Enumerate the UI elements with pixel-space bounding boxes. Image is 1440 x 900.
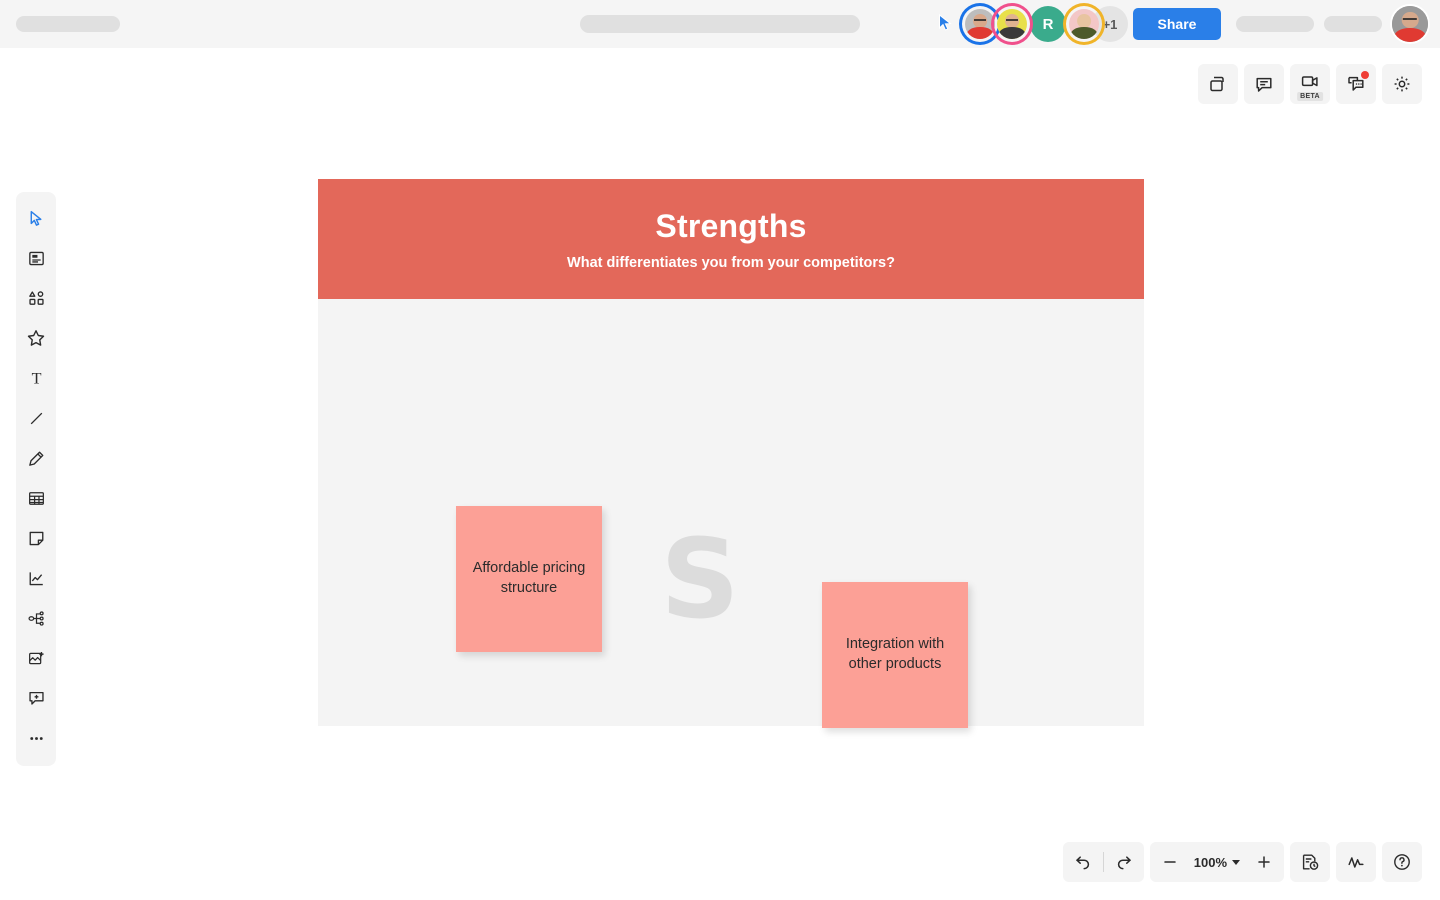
share-button[interactable]: Share bbox=[1133, 8, 1221, 40]
zoom-level-dropdown[interactable]: 100% bbox=[1190, 855, 1244, 870]
sticky-note-integration[interactable]: Integration with other products bbox=[822, 582, 968, 728]
sidebar-item-select[interactable] bbox=[16, 198, 56, 238]
board-title-placeholder[interactable] bbox=[580, 15, 860, 33]
avatar-collaborator-1[interactable] bbox=[962, 6, 998, 42]
frame-body[interactable]: S Affordable pricing structure Integrati… bbox=[318, 299, 1144, 728]
help-group bbox=[1382, 842, 1422, 882]
sidebar-item-templates[interactable] bbox=[16, 238, 56, 278]
beta-badge: BETA bbox=[1297, 92, 1323, 101]
sidebar-item-shapes[interactable] bbox=[16, 278, 56, 318]
chevron-down-icon bbox=[1232, 859, 1240, 865]
sidebar-item-table[interactable] bbox=[16, 478, 56, 518]
top-right-toolbar: BETA bbox=[1198, 64, 1422, 104]
activity-button[interactable] bbox=[1336, 842, 1376, 882]
settings-button[interactable] bbox=[1382, 64, 1422, 104]
history-icon bbox=[1302, 854, 1319, 870]
gear-icon bbox=[1394, 76, 1410, 92]
shapes-icon bbox=[28, 290, 44, 305]
frame-subtitle: What differentiates you from your compet… bbox=[567, 254, 895, 271]
cursor-icon bbox=[30, 210, 41, 226]
help-icon bbox=[1394, 854, 1410, 870]
redo-button[interactable] bbox=[1104, 842, 1144, 882]
sidebar-item-line[interactable] bbox=[16, 398, 56, 438]
frame-title: Strengths bbox=[655, 207, 807, 244]
history-group bbox=[1062, 842, 1144, 882]
sidebar-item-chart[interactable] bbox=[16, 558, 56, 598]
sidebar-item-icons[interactable] bbox=[16, 318, 56, 358]
current-user-avatar[interactable] bbox=[1392, 6, 1428, 42]
image-icon bbox=[28, 651, 44, 664]
minus-icon bbox=[1164, 861, 1176, 863]
zoom-out-button[interactable] bbox=[1150, 842, 1190, 882]
swot-frame[interactable]: Strengths What differentiates you from y… bbox=[318, 179, 1144, 728]
avatar-collaborator-4[interactable] bbox=[1066, 6, 1102, 42]
collaborator-cursor-icon bbox=[938, 14, 954, 32]
line-icon bbox=[30, 412, 42, 424]
star-icon bbox=[27, 330, 45, 346]
frame-watermark-letter: S bbox=[660, 515, 740, 643]
chart-icon bbox=[29, 571, 43, 585]
comment-icon bbox=[1256, 77, 1272, 92]
sticky-note-icon bbox=[29, 531, 43, 545]
sidebar-item-sticky-note[interactable] bbox=[16, 518, 56, 558]
version-history-group bbox=[1290, 842, 1330, 882]
chat-button[interactable] bbox=[1336, 64, 1376, 104]
help-button[interactable] bbox=[1382, 842, 1422, 882]
sidebar-item-more[interactable] bbox=[16, 718, 56, 758]
pen-icon bbox=[28, 451, 43, 466]
sidebar-item-pen[interactable] bbox=[16, 438, 56, 478]
video-camera-icon bbox=[1301, 75, 1318, 86]
zoom-in-button[interactable] bbox=[1244, 842, 1284, 882]
avatar-collaborator-2[interactable] bbox=[994, 6, 1030, 42]
mindmap-icon bbox=[27, 610, 44, 626]
top-bar: R +1 Share bbox=[0, 0, 1440, 48]
sidebar-item-text[interactable]: T bbox=[16, 358, 56, 398]
avatar-collaborator-3[interactable]: R bbox=[1030, 6, 1066, 42]
workspace-name-placeholder[interactable] bbox=[16, 16, 120, 32]
sticky-note-affordable-pricing[interactable]: Affordable pricing structure bbox=[456, 506, 602, 652]
version-history-button[interactable] bbox=[1290, 842, 1330, 882]
frame-header: Strengths What differentiates you from y… bbox=[318, 179, 1144, 299]
left-tool-sidebar: T bbox=[16, 192, 56, 766]
frames-button[interactable] bbox=[1198, 64, 1238, 104]
comments-button[interactable] bbox=[1244, 64, 1284, 104]
video-chat-button[interactable]: BETA bbox=[1290, 64, 1330, 104]
undo-icon bbox=[1076, 856, 1089, 870]
frames-icon bbox=[1210, 76, 1224, 92]
table-icon bbox=[28, 491, 44, 505]
notification-badge bbox=[1361, 71, 1369, 79]
sidebar-item-image[interactable] bbox=[16, 638, 56, 678]
svg-text:T: T bbox=[31, 370, 41, 387]
toolbar-placeholder-1[interactable] bbox=[1236, 16, 1314, 32]
collaborator-avatars[interactable]: R +1 bbox=[962, 6, 1128, 42]
templates-icon bbox=[28, 251, 44, 265]
zoom-level-value: 100% bbox=[1193, 854, 1227, 870]
undo-button[interactable] bbox=[1063, 842, 1103, 882]
sidebar-item-add-comment[interactable] bbox=[16, 678, 56, 718]
zoom-group: 100% bbox=[1149, 842, 1284, 882]
activity-group bbox=[1336, 842, 1376, 882]
sidebar-item-mindmap[interactable] bbox=[16, 598, 56, 638]
plus-icon bbox=[1258, 856, 1270, 868]
bottom-right-toolbar: 100% bbox=[1062, 842, 1422, 882]
toolbar-placeholder-2[interactable] bbox=[1324, 16, 1382, 32]
add-comment-icon bbox=[28, 691, 44, 705]
more-icon bbox=[29, 736, 43, 740]
activity-pulse-icon bbox=[1348, 857, 1364, 868]
text-icon: T bbox=[31, 370, 41, 387]
redo-icon bbox=[1117, 856, 1131, 870]
